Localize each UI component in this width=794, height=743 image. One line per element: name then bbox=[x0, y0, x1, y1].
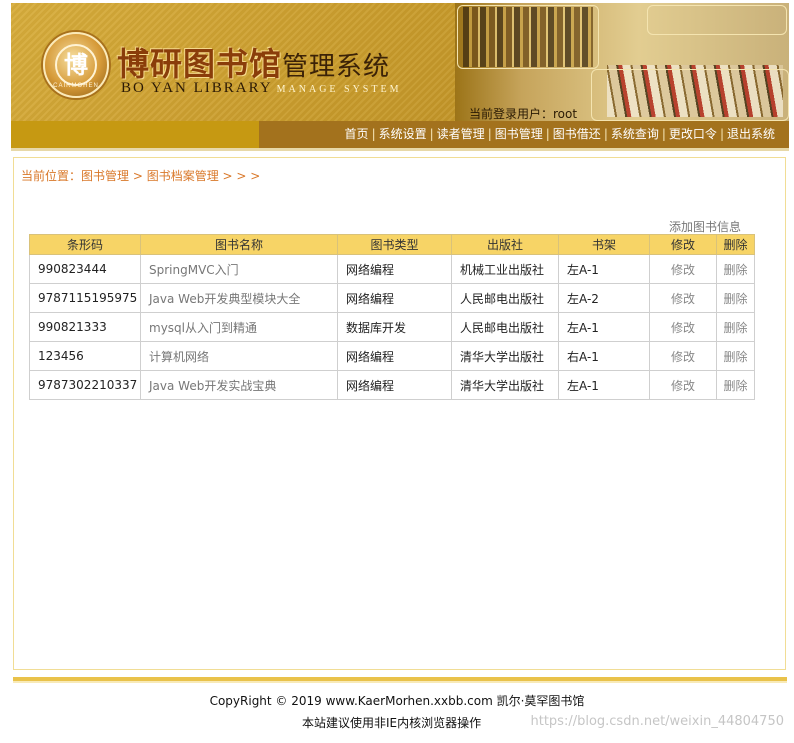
edit-link[interactable]: 修改 bbox=[649, 312, 717, 342]
bookshelf-photo bbox=[455, 3, 789, 121]
cell-publisher: 清华大学出版社 bbox=[451, 341, 559, 371]
system-title-cn: 博研图书馆管理系统 bbox=[117, 39, 390, 85]
cell-book-name[interactable]: 计算机网络 bbox=[140, 341, 338, 371]
nav-home[interactable]: 首页 bbox=[345, 127, 369, 141]
seal-character: 博 bbox=[55, 44, 97, 86]
header-shelf: 书架 bbox=[558, 234, 650, 255]
seal-ring-text: CAIRMOHEN bbox=[53, 83, 99, 89]
cell-book-name[interactable]: mysql从入门到精通 bbox=[140, 312, 338, 342]
nav-change-password[interactable]: 更改口令 bbox=[669, 127, 717, 141]
breadcrumb-arrow: > bbox=[129, 169, 147, 183]
cell-barcode: 990823444 bbox=[29, 254, 141, 284]
table-header-row: 条形码 图书名称 图书类型 出版社 书架 修改 删除 bbox=[29, 234, 755, 255]
library-name: 博研图书馆 bbox=[117, 45, 283, 83]
cell-publisher: 人民邮电出版社 bbox=[451, 283, 559, 313]
delete-link[interactable]: 删除 bbox=[716, 370, 755, 400]
nav-reader-management[interactable]: 读者管理 bbox=[437, 127, 485, 141]
system-title-en: BO YAN LIBRARY MANAGE SYSTEM bbox=[121, 80, 401, 97]
cell-shelf: 左A-1 bbox=[558, 254, 650, 284]
photo-frame bbox=[457, 5, 599, 69]
header-banner: 博 CAIRMOHEN 博研图书馆管理系统 BO YAN LIBRARY MANA… bbox=[11, 3, 789, 121]
cell-book-type: 网络编程 bbox=[337, 283, 452, 313]
cell-book-type: 网络编程 bbox=[337, 370, 452, 400]
header-publisher: 出版社 bbox=[451, 234, 559, 255]
cell-publisher: 清华大学出版社 bbox=[451, 370, 559, 400]
cell-shelf: 右A-1 bbox=[558, 341, 650, 371]
cell-barcode: 9787115195975 bbox=[29, 283, 141, 313]
table-row: 990823444 SpringMVC入门 网络编程 机械工业出版社 左A-1 … bbox=[29, 254, 755, 284]
delete-link[interactable]: 删除 bbox=[716, 341, 755, 371]
library-seal-logo: 博 CAIRMOHEN bbox=[43, 32, 109, 98]
nav-separator: | bbox=[487, 127, 492, 141]
cell-shelf: 左A-1 bbox=[558, 370, 650, 400]
table-row: 990821333 mysql从入门到精通 数据库开发 人民邮电出版社 左A-1… bbox=[29, 312, 755, 342]
delete-link[interactable]: 删除 bbox=[716, 312, 755, 342]
cell-publisher: 机械工业出版社 bbox=[451, 254, 559, 284]
delete-link[interactable]: 删除 bbox=[716, 283, 755, 313]
breadcrumb: 当前位置：图书管理 > 图书档案管理 > > > bbox=[21, 167, 260, 184]
nav-menu: 首页 | 系统设置 | 读者管理 | 图书管理 | 图书借还 | 系统查询 | 更改口令 | 退出系统 bbox=[345, 121, 775, 148]
cell-book-type: 数据库开发 bbox=[337, 312, 452, 342]
header-barcode: 条形码 bbox=[29, 234, 141, 255]
nav-book-management[interactable]: 图书管理 bbox=[495, 127, 543, 141]
add-book-link[interactable]: 添加图书信息 bbox=[669, 218, 741, 235]
content-panel: 当前位置：图书管理 > 图书档案管理 > > > 添加图书信息 条形码 图书名称… bbox=[13, 157, 786, 670]
nav-separator: | bbox=[429, 127, 434, 141]
cell-shelf: 左A-2 bbox=[558, 283, 650, 313]
csdn-watermark: https://blog.csdn.net/weixin_44804750 bbox=[530, 714, 784, 729]
nav-separator: | bbox=[661, 127, 666, 141]
nav-separator: | bbox=[371, 127, 376, 141]
table-row: 9787302210337 Java Web开发实战宝典 网络编程 清华大学出版… bbox=[29, 370, 755, 400]
cell-barcode: 9787302210337 bbox=[29, 370, 141, 400]
photo-frame bbox=[647, 5, 787, 35]
breadcrumb-book-management[interactable]: 图书管理 bbox=[81, 169, 129, 183]
nav-borrow-return[interactable]: 图书借还 bbox=[553, 127, 601, 141]
table-row: 123456 计算机网络 网络编程 清华大学出版社 右A-1 修改 删除 bbox=[29, 341, 755, 371]
header-book-name: 图书名称 bbox=[140, 234, 338, 255]
nav-separator: | bbox=[719, 127, 724, 141]
nav-bar-shadow bbox=[11, 148, 789, 151]
delete-link[interactable]: 删除 bbox=[716, 254, 755, 284]
photo-frame bbox=[591, 69, 789, 121]
edit-link[interactable]: 修改 bbox=[649, 254, 717, 284]
nav-logout[interactable]: 退出系统 bbox=[727, 127, 775, 141]
current-user-label: 当前登录用户：root bbox=[469, 107, 578, 121]
cell-publisher: 人民邮电出版社 bbox=[451, 312, 559, 342]
system-name: 管理系统 bbox=[282, 52, 391, 82]
cell-book-type: 网络编程 bbox=[337, 254, 452, 284]
breadcrumb-suffix: > > > bbox=[218, 169, 261, 183]
cell-book-name[interactable]: Java Web开发典型模块大全 bbox=[140, 283, 338, 313]
edit-link[interactable]: 修改 bbox=[649, 370, 717, 400]
breadcrumb-book-archive[interactable]: 图书档案管理 bbox=[147, 169, 219, 183]
cell-book-type: 网络编程 bbox=[337, 341, 452, 371]
copyright-text: CopyRight © 2019 www.KaerMorhen.xxbb.com… bbox=[209, 694, 585, 708]
footer-divider-light bbox=[13, 681, 787, 683]
main-nav-bar: 首页 | 系统设置 | 读者管理 | 图书管理 | 图书借还 | 系统查询 | 更改口令 | 退出系统 bbox=[11, 121, 789, 148]
cell-book-name[interactable]: Java Web开发实战宝典 bbox=[140, 370, 338, 400]
header-edit: 修改 bbox=[649, 234, 717, 255]
system-name-en: MANAGE SYSTEM bbox=[276, 84, 402, 95]
cell-shelf: 左A-1 bbox=[558, 312, 650, 342]
cell-book-name[interactable]: SpringMVC入门 bbox=[140, 254, 338, 284]
cell-barcode: 123456 bbox=[29, 341, 141, 371]
table-row: 9787115195975 Java Web开发典型模块大全 网络编程 人民邮电… bbox=[29, 283, 755, 313]
library-name-en: BO YAN LIBRARY bbox=[121, 80, 273, 96]
header-delete: 删除 bbox=[716, 234, 755, 255]
header-book-type: 图书类型 bbox=[337, 234, 452, 255]
browser-tip-text: 本站建议使用非IE内核浏览器操作 bbox=[302, 716, 482, 730]
breadcrumb-prefix: 当前位置： bbox=[21, 169, 82, 183]
nav-separator: | bbox=[603, 127, 608, 141]
nav-separator: | bbox=[545, 127, 550, 141]
cell-barcode: 990821333 bbox=[29, 312, 141, 342]
nav-system-settings[interactable]: 系统设置 bbox=[379, 127, 427, 141]
edit-link[interactable]: 修改 bbox=[649, 341, 717, 371]
nav-system-query[interactable]: 系统查询 bbox=[611, 127, 659, 141]
book-table: 条形码 图书名称 图书类型 出版社 书架 修改 删除 990823444 Spr… bbox=[29, 234, 755, 400]
edit-link[interactable]: 修改 bbox=[649, 283, 717, 313]
